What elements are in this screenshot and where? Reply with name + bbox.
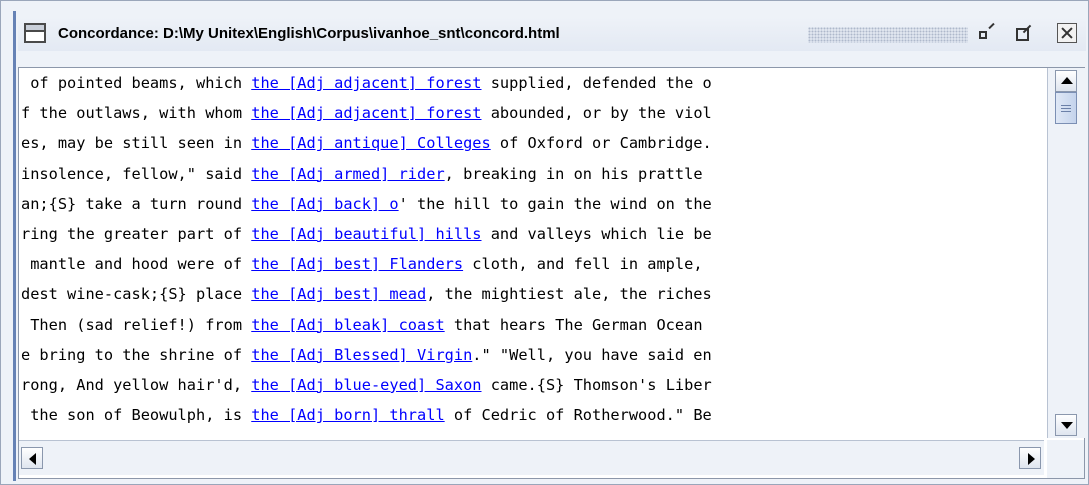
match-link[interactable]: the [Adj blue-eyed] Saxon [251,376,481,394]
concordance-line: of pointed beams, which the [Adj adjacen… [19,68,1044,98]
concordance-pane: of pointed beams, which the [Adj adjacen… [18,67,1085,479]
left-context: of pointed beams, which [21,74,252,92]
minimize-icon[interactable] [976,23,998,45]
title-bar-grip [808,27,968,43]
right-arrow-icon [1028,453,1035,465]
concordance-line: ring the greater part of the [Adj beauti… [19,219,1044,249]
window-title: Concordance: D:\My Unitex\English\Corpus… [58,25,560,42]
right-context: of Oxford or Cambridge. [490,134,712,153]
right-context: of Cedric of Rotherwood." Be [444,406,712,425]
match-link[interactable]: the [Adj beautiful] hills [251,225,481,243]
horizontal-scrollbar[interactable] [19,440,1044,475]
right-context: ." "Well, you have said en [472,345,712,364]
right-context: came.{S} Thomson's Liber [481,375,712,394]
scroll-up-button[interactable] [1055,70,1077,92]
match-link[interactable]: the [Adj born] thrall [251,406,444,424]
left-context: the son of Beowulph, is [21,406,252,425]
concordance-line: Then (sad relief!) from the [Adj bleak] … [19,310,1044,340]
concordance-line: the son of Beowulph, is the [Adj born] t… [19,400,1044,430]
concordance-line: an;{S} take a turn round the [Adj back] … [19,189,1044,219]
right-context: supplied, defended the o [481,74,712,92]
concordance-window: Concordance: D:\My Unitex\English\Corpus… [0,0,1089,485]
concordance-line: mantle and hood were of the [Adj best] F… [19,249,1044,279]
window-icon [24,23,46,43]
match-link[interactable]: the [Adj best] mead [251,285,426,303]
maximize-icon[interactable] [1013,23,1035,45]
left-context: f the outlaws, with whom [21,104,252,123]
right-context: , the mightiest ale, the riches [426,285,712,304]
match-link[interactable]: the [Adj back] o [251,195,398,213]
concordance-line: insolence, fellow," said the [Adj armed]… [19,159,1044,189]
scroll-down-button[interactable] [1055,414,1077,436]
match-link[interactable]: the [Adj Blessed] Virgin [251,346,472,364]
concordance-line: es, may be still seen in the [Adj antiqu… [19,128,1044,158]
concordance-line: f the outlaws, with whom the [Adj adjace… [19,98,1044,128]
down-arrow-icon [1061,422,1073,429]
vertical-scroll-thumb[interactable] [1055,92,1077,124]
close-icon[interactable] [1057,23,1077,43]
right-context: that hears The German Ocean [444,315,703,334]
concordance-line: dest wine-cask;{S} place the [Adj best] … [19,279,1044,309]
match-link[interactable]: the [Adj adjacent] forest [251,74,481,92]
left-context: Then (sad relief!) from [21,315,252,334]
concordance-list: of pointed beams, which the [Adj adjacen… [19,68,1044,438]
left-context: es, may be still seen in [21,134,252,153]
scroll-corner [1047,440,1084,478]
title-bar[interactable]: Concordance: D:\My Unitex\English\Corpus… [18,17,1086,51]
match-link[interactable]: the [Adj best] Flanders [251,255,463,273]
left-context: e bring to the shrine of [21,345,252,364]
right-context: cloth, and fell in ample, [463,255,703,274]
right-context: abounded, or by the viol [481,104,712,123]
left-context: insolence, fellow," said [21,164,252,183]
left-context: mantle and hood were of [21,255,252,274]
right-context: and valleys which lie be [481,224,712,243]
scroll-right-button[interactable] [1019,447,1041,469]
left-context: an;{S} take a turn round [21,194,252,213]
match-link[interactable]: the [Adj armed] rider [251,165,444,183]
right-context: ' the hill to gain the wind on the [398,194,712,213]
match-link[interactable]: the [Adj adjacent] forest [251,104,481,122]
match-link[interactable]: the [Adj antique] Colleges [251,134,490,152]
left-context: dest wine-cask;{S} place [21,285,252,304]
left-context: ring the greater part of [21,224,252,243]
concordance-line: rong, And yellow hair'd, the [Adj blue-e… [19,370,1044,400]
left-arrow-icon [29,453,36,465]
left-context: rong, And yellow hair'd, [21,375,252,394]
right-context: , breaking in on his prattle [444,164,703,183]
concordance-line: e bring to the shrine of the [Adj Blesse… [19,340,1044,370]
vertical-scrollbar[interactable] [1047,68,1085,438]
match-link[interactable]: the [Adj bleak] coast [251,316,444,334]
scroll-left-button[interactable] [21,447,43,469]
up-arrow-icon [1061,77,1073,84]
